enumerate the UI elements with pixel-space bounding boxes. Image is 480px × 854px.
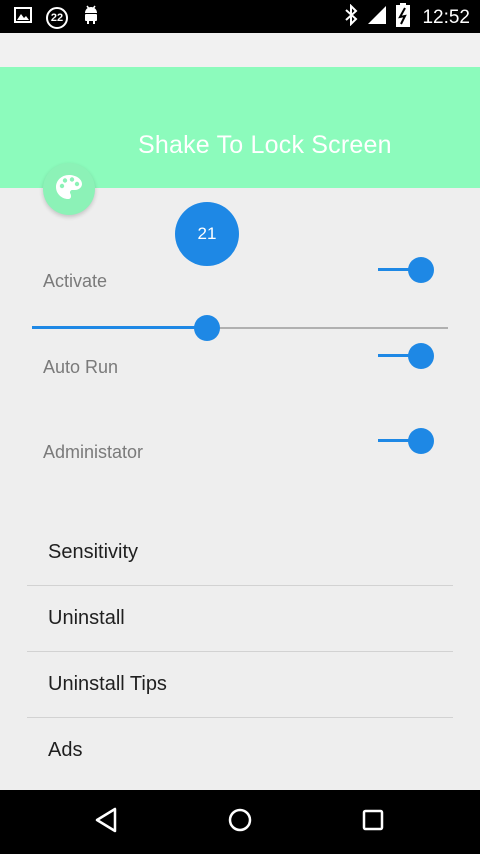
- menu-item-ads[interactable]: Ads: [27, 718, 453, 783]
- back-icon: [93, 806, 119, 839]
- slider-thumb[interactable]: [193, 315, 220, 341]
- cell-signal-icon: [366, 4, 388, 31]
- activate-label: Activate: [43, 271, 108, 291]
- image-icon: [14, 7, 32, 28]
- toggle-thumb: [408, 257, 434, 283]
- menu-item-label: Uninstall: [48, 607, 125, 629]
- menu-list: Sensitivity Uninstall Uninstall Tips Ads: [27, 520, 453, 783]
- slider-fill: [32, 326, 207, 329]
- home-button[interactable]: [225, 807, 255, 837]
- app-screen: 22 12:52 Shake To Lock Screen 21 Activat…: [0, 0, 480, 854]
- auto-run-toggle[interactable]: [378, 341, 438, 371]
- palette-icon: [54, 172, 84, 207]
- back-button[interactable]: [91, 807, 121, 837]
- notification-count-badge: 22: [46, 6, 68, 29]
- menu-item-label: Ads: [48, 739, 83, 761]
- page-title: Shake To Lock Screen: [138, 131, 392, 159]
- menu-item-label: Uninstall Tips: [48, 673, 167, 695]
- clock: 12:52: [422, 6, 470, 28]
- status-bar: 22 12:52: [0, 0, 480, 33]
- auto-run-label: Auto Run: [43, 357, 119, 377]
- menu-item-sensitivity[interactable]: Sensitivity: [27, 520, 453, 585]
- menu-item-label: Sensitivity: [48, 541, 139, 563]
- app-toolbar: [0, 33, 480, 67]
- sensitivity-slider[interactable]: [32, 314, 448, 342]
- bluetooth-icon: [344, 3, 358, 31]
- home-icon: [227, 807, 253, 838]
- battery-charging-icon: [396, 3, 411, 32]
- toggle-thumb: [408, 343, 434, 369]
- activate-toggle[interactable]: [378, 255, 438, 285]
- navigation-bar: [0, 790, 480, 854]
- android-icon: [82, 5, 100, 30]
- administrator-label: Administator: [43, 442, 144, 462]
- toggle-thumb: [408, 428, 434, 454]
- menu-item-uninstall-tips[interactable]: Uninstall Tips: [27, 652, 453, 717]
- theme-palette-button[interactable]: [43, 163, 95, 215]
- slider-value-bubble: 21: [175, 202, 239, 266]
- administrator-toggle[interactable]: [378, 426, 438, 456]
- recents-icon: [361, 808, 385, 837]
- recents-button[interactable]: [358, 807, 388, 837]
- menu-item-uninstall[interactable]: Uninstall: [27, 586, 453, 651]
